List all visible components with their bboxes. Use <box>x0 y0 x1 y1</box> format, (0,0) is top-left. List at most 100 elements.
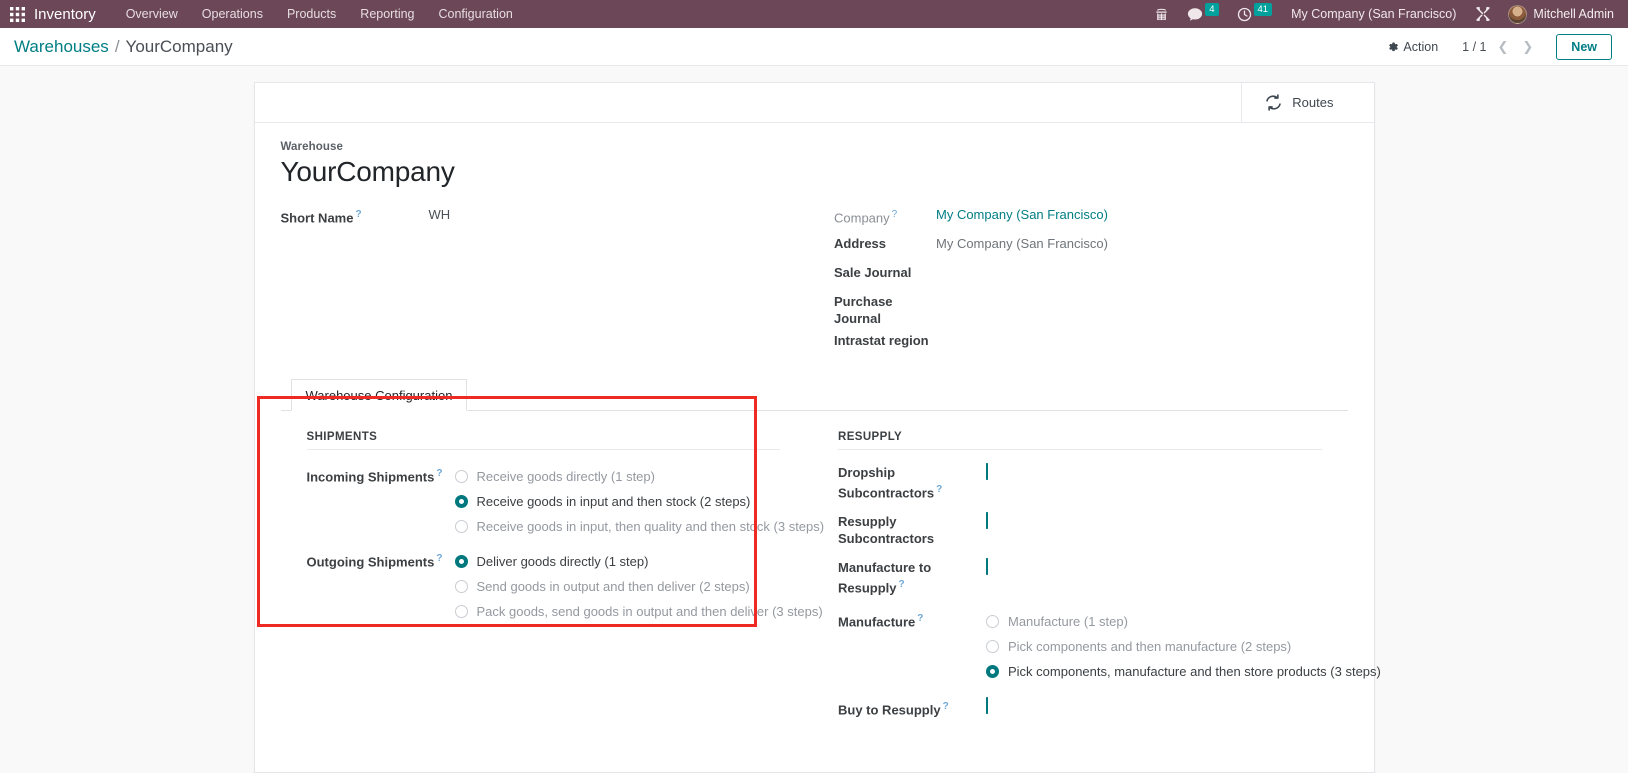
intrastat-region-value[interactable] <box>934 328 1348 332</box>
help-icon[interactable]: ? <box>899 579 905 590</box>
checkbox-buy-to-resupply[interactable] <box>986 696 988 714</box>
radio-indicator-selected[interactable] <box>454 555 468 568</box>
radio-indicator[interactable] <box>986 614 999 628</box>
radio-indicator[interactable] <box>454 605 468 618</box>
help-icon[interactable]: ? <box>936 484 942 495</box>
checkbox-manufacture-to-resupply[interactable] <box>986 558 988 576</box>
field-company: Company? My Company (San Francisco) <box>834 202 1348 230</box>
sheet-body: Warehouse YourCompany Short Name? WH Com… <box>255 123 1381 730</box>
radio-indicator-selected[interactable] <box>454 495 468 508</box>
radio-incoming-2steps[interactable]: Receive goods in input and then stock (2… <box>454 489 825 514</box>
radio-indicator[interactable] <box>454 520 468 533</box>
menu-reporting[interactable]: Reporting <box>348 3 426 25</box>
radio-indicator[interactable] <box>454 580 468 593</box>
buy-to-resupply-label: Buy to Resupply? <box>838 700 949 717</box>
phone-icon[interactable] <box>1145 0 1178 28</box>
pager-value[interactable]: 1 / 1 <box>1448 40 1490 54</box>
radio-incoming-1step[interactable]: Receive goods directly (1 step) <box>454 464 825 489</box>
manufacture-label: Manufacture? <box>838 612 924 629</box>
app-brand[interactable]: Inventory <box>30 6 114 23</box>
breadcrumb: Warehouses / YourCompany <box>14 37 233 57</box>
help-icon[interactable]: ? <box>892 209 898 220</box>
activities-badge: 41 <box>1253 2 1273 16</box>
apps-grid-icon[interactable] <box>4 1 30 27</box>
dropship-subcontractors-control <box>986 463 988 480</box>
checkbox-dropship-subcontractors[interactable] <box>986 463 988 480</box>
radio-indicator-selected[interactable] <box>986 664 999 678</box>
menu-overview[interactable]: Overview <box>114 3 190 25</box>
manufacture-to-resupply-control <box>986 558 988 576</box>
radio-incoming-3steps[interactable]: Receive goods in input, then quality and… <box>454 514 824 539</box>
page-title: YourCompany <box>125 36 233 56</box>
field-outgoing-shipments: Outgoing Shipments? Deliver goods direct… <box>306 549 823 624</box>
field-incoming-shipments: Incoming Shipments? Receive goods direct… <box>307 464 825 539</box>
notebook: Warehouse Configuration SHIPMENTS Incomi… <box>280 379 1381 730</box>
stat-button-box: Routes <box>254 83 1374 123</box>
radio-manufacture-2steps[interactable]: Pick components and then manufacture (2 … <box>986 634 1381 659</box>
help-icon[interactable]: ? <box>436 553 442 564</box>
outgoing-shipments-options: Deliver goods directly (1 step) Send goo… <box>454 549 823 624</box>
checkbox-resupply-subcontractors[interactable] <box>986 512 988 530</box>
control-panel-right: Action 1 / 1 ❮ ❯ New <box>1377 33 1612 60</box>
action-button[interactable]: Action <box>1377 36 1448 58</box>
action-label: Action <box>1403 39 1439 54</box>
radio-outgoing-1step[interactable]: Deliver goods directly (1 step) <box>454 549 823 574</box>
menu-configuration[interactable]: Configuration <box>427 3 525 25</box>
control-panel: Warehouses / YourCompany Action 1 / 1 ❮ … <box>0 28 1628 66</box>
outgoing-shipments-label: Outgoing Shipments? <box>306 553 443 570</box>
company-value[interactable]: My Company (San Francisco) <box>934 202 1348 223</box>
address-label: Address <box>834 236 887 251</box>
menu-operations[interactable]: Operations <box>190 3 275 25</box>
header-left-column: Short Name? WH <box>281 202 815 357</box>
wrench-tools-icon[interactable] <box>1466 0 1500 28</box>
radio-manufacture-1step[interactable]: Manufacture (1 step) <box>986 609 1381 634</box>
chevron-right-icon[interactable]: ❯ <box>1515 37 1540 57</box>
incoming-shipments-options: Receive goods directly (1 step) Receive … <box>454 464 825 539</box>
radio-indicator[interactable] <box>986 639 999 653</box>
gear-icon <box>1389 41 1399 51</box>
messages-counter[interactable]: 4 <box>1178 0 1227 28</box>
pager-arrows: ❮ ❯ <box>1490 37 1540 57</box>
sale-journal-value[interactable] <box>934 260 1348 264</box>
top-navbar: Inventory Overview Operations Products R… <box>0 0 1628 28</box>
field-manufacture-to-resupply: Manufacture to Resupply? <box>838 558 1322 596</box>
tab-warehouse-configuration[interactable]: Warehouse Configuration <box>290 379 468 411</box>
purchase-journal-label: Purchase Journal <box>834 294 893 326</box>
help-icon[interactable]: ? <box>355 209 361 220</box>
resupply-subcontractors-control <box>986 512 988 530</box>
sale-journal-label: Sale Journal <box>834 265 912 280</box>
field-dropship-subcontractors: Dropship Subcontractors? <box>838 463 1322 501</box>
resupply-subcontractors-label: Resupply Subcontractors <box>838 514 935 547</box>
company-switcher[interactable]: My Company (San Francisco) <box>1281 7 1466 21</box>
notebook-tabs: Warehouse Configuration <box>280 379 1348 411</box>
help-icon[interactable]: ? <box>943 701 949 712</box>
radio-outgoing-2steps[interactable]: Send goods in output and then deliver (2… <box>454 574 823 599</box>
purchase-journal-value[interactable] <box>934 289 1348 293</box>
menu-products[interactable]: Products <box>275 3 348 25</box>
address-value[interactable]: My Company (San Francisco) <box>934 231 1348 252</box>
user-menu[interactable]: Mitchell Admin <box>1500 4 1618 24</box>
form-view-container: Routes Warehouse YourCompany Short Name?… <box>0 66 1628 773</box>
radio-manufacture-3steps[interactable]: Pick components, manufacture and then st… <box>986 659 1381 684</box>
radio-indicator[interactable] <box>454 470 468 483</box>
resupply-section: RESUPPLY Dropship Subcontractors? Resupp… <box>814 431 1381 730</box>
avatar <box>1508 4 1528 24</box>
header-right-column: Company? My Company (San Francisco) Addr… <box>814 202 1348 357</box>
stat-button-routes[interactable]: Routes <box>1241 83 1373 122</box>
intrastat-region-label: Intrastat region <box>834 333 929 348</box>
header-fields-group: Short Name? WH Company? My Company (San … <box>281 202 1348 357</box>
field-sale-journal: Sale Journal <box>834 260 1348 288</box>
short-name-label: Short Name? <box>280 209 362 226</box>
help-icon[interactable]: ? <box>436 468 442 479</box>
breadcrumb-warehouses[interactable]: Warehouses <box>14 37 109 57</box>
short-name-value[interactable]: WH <box>429 202 789 223</box>
refresh-cycle-icon <box>1266 94 1282 111</box>
new-button[interactable]: New <box>1556 33 1612 60</box>
field-short-name: Short Name? WH <box>281 202 789 230</box>
activities-counter[interactable]: 41 <box>1228 0 1282 28</box>
manufacture-options: Manufacture (1 step) Pick components and… <box>986 609 1381 684</box>
warehouse-name[interactable]: YourCompany <box>281 154 1348 190</box>
chevron-left-icon[interactable]: ❮ <box>1490 37 1515 57</box>
radio-outgoing-3steps[interactable]: Pack goods, send goods in output and the… <box>454 599 823 624</box>
help-icon[interactable]: ? <box>917 613 923 624</box>
